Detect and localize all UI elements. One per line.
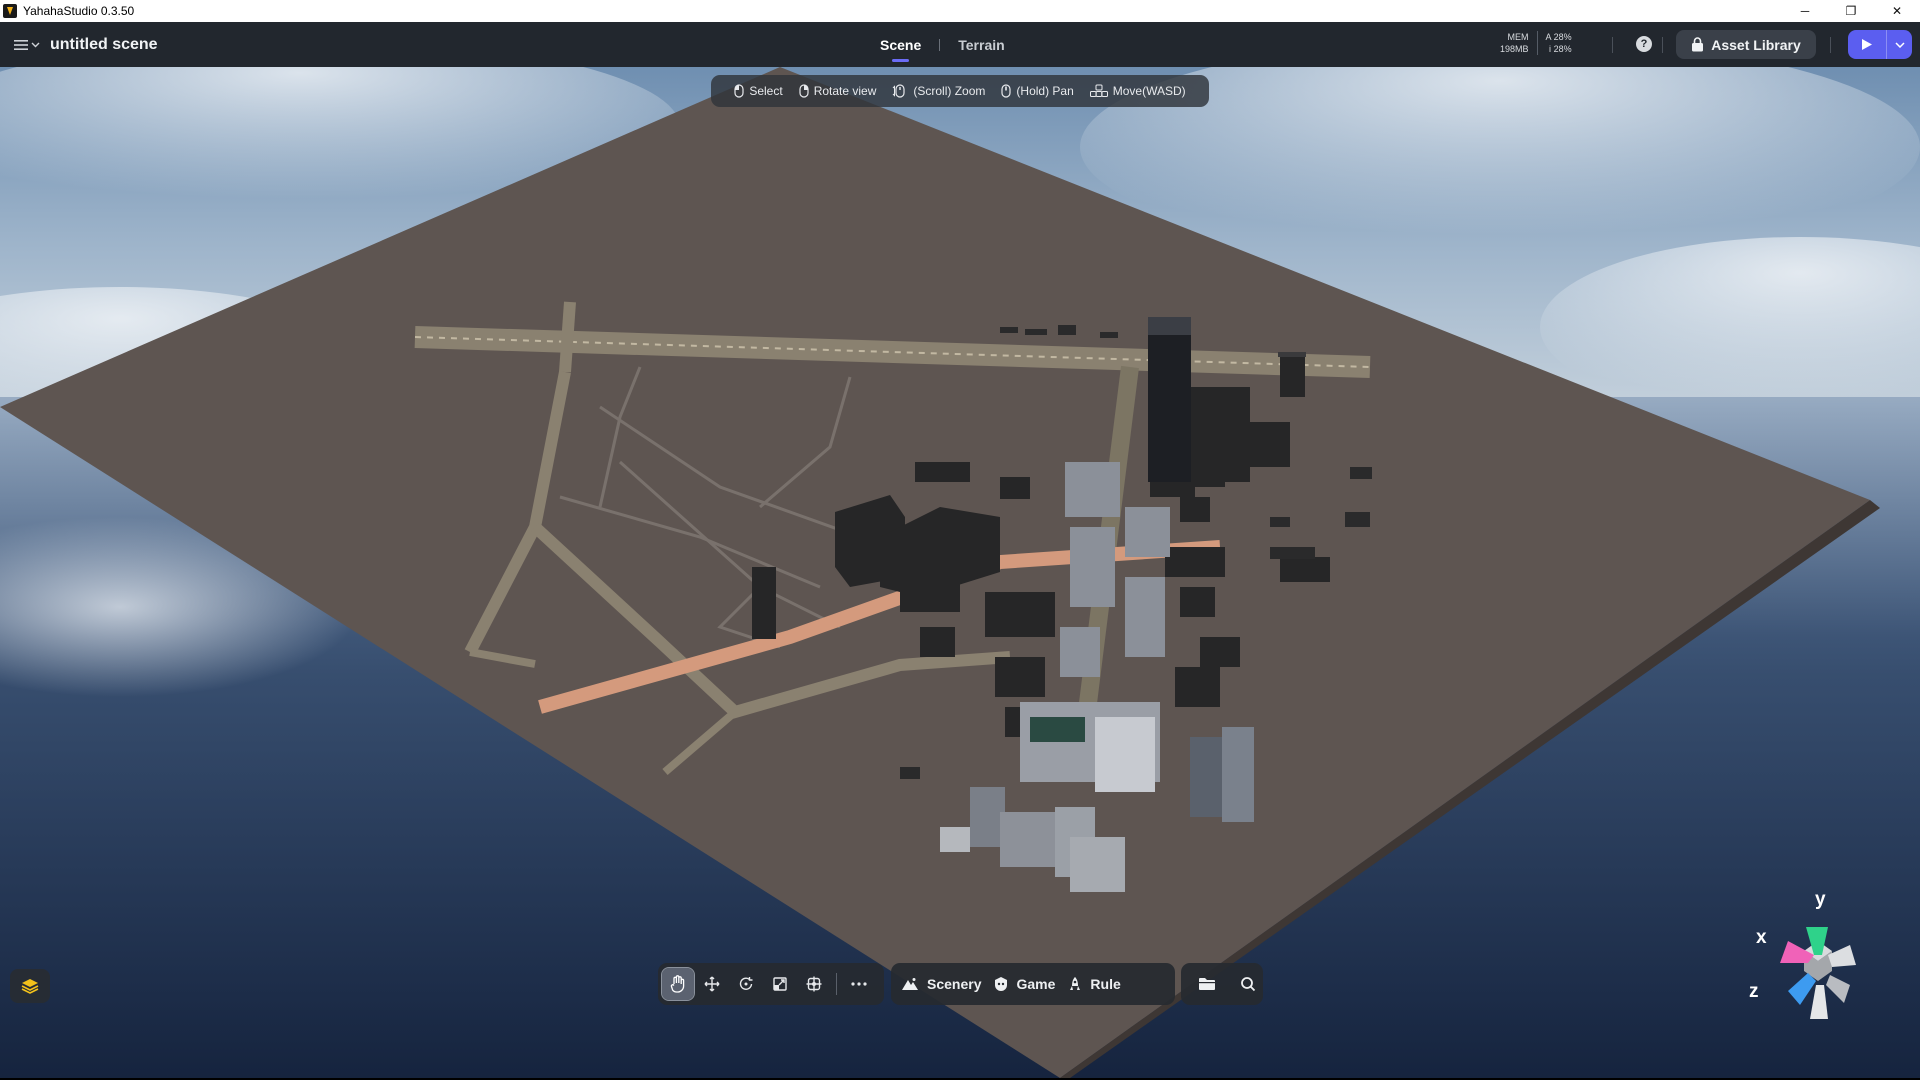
play-controls (1848, 30, 1912, 59)
cpu-value: 28% (1553, 32, 1572, 42)
gpu-label: i (1549, 44, 1552, 54)
game-button[interactable]: Game (994, 968, 1068, 1000)
hint-label: (Scroll) Zoom (913, 84, 986, 98)
scale-tool-button[interactable] (764, 968, 796, 1000)
header-divider (1662, 37, 1663, 53)
scenery-icon (902, 978, 918, 990)
gpu-value: 28% (1553, 44, 1572, 54)
game-label: Game (1016, 976, 1056, 992)
hand-icon (670, 975, 685, 993)
hint-label: Move(WASD) (1112, 84, 1186, 98)
files-toolbar (1181, 963, 1263, 1005)
performance-stats: MEM 198MB A 28% i 28% (1500, 31, 1572, 55)
tab-scene[interactable]: Scene (880, 22, 921, 67)
window-controls: ─ ❐ ✕ (1782, 0, 1920, 22)
hint-select: Select (734, 84, 783, 98)
asset-library-button[interactable]: Asset Library (1676, 30, 1816, 59)
tab-terrain[interactable]: Terrain (958, 22, 1004, 67)
cpu-label: A (1545, 32, 1552, 42)
game-icon (995, 977, 1008, 991)
layers-button[interactable] (10, 969, 50, 1003)
hamburger-icon (14, 39, 28, 50)
rotate-icon (739, 977, 753, 990)
cloud (1540, 237, 1920, 417)
main-menu-button[interactable] (14, 39, 40, 51)
tab-divider (939, 38, 941, 51)
app-header: untitled scene Scene Terrain MEM 198MB A… (0, 22, 1920, 67)
mode-toolbar: Scenery Game Rule (891, 963, 1175, 1005)
hint-pan: (Hold) Pan (1001, 84, 1074, 98)
move-icon (704, 976, 720, 992)
help-button[interactable]: ? (1636, 36, 1652, 52)
move-tool-button[interactable] (696, 968, 728, 1000)
gizmo-y-label: y (1815, 889, 1826, 910)
scene-viewport[interactable]: Select Rotate view (Scroll) Zoom (Hold) … (0, 67, 1920, 1078)
gizmo-x-label: x (1756, 927, 1767, 948)
chevron-down-icon (31, 42, 40, 47)
orientation-gizmo[interactable]: y x z (1744, 889, 1884, 1023)
folder-button[interactable] (1191, 968, 1222, 1000)
chevron-down-icon (1894, 41, 1905, 48)
layers-icon (21, 979, 39, 994)
memory-stat: MEM 198MB (1500, 31, 1529, 55)
gizmo-z-label: z (1749, 981, 1759, 1002)
hand-tool-button[interactable] (661, 967, 695, 1001)
rule-button[interactable]: Rule (1068, 968, 1133, 1000)
stats-divider (1536, 31, 1538, 55)
rule-icon (1070, 977, 1081, 990)
lock-bag-icon (1692, 37, 1704, 52)
tower (1148, 317, 1191, 482)
tower-roof (1148, 317, 1191, 335)
hint-label: Select (749, 84, 783, 98)
hint-label: (Hold) Pan (1016, 84, 1074, 98)
keyboard-icon (1089, 84, 1108, 97)
hint-rotate: Rotate view (799, 84, 877, 98)
hint-label: Rotate view (813, 84, 877, 98)
more-icon (851, 982, 867, 986)
memory-label: MEM (1507, 32, 1529, 42)
header-divider (1612, 37, 1613, 53)
asset-library-label: Asset Library (1711, 36, 1801, 53)
rotate-tool-button[interactable] (730, 968, 762, 1000)
toolbar-divider (836, 973, 837, 995)
search-icon (1240, 977, 1255, 992)
usage-stat: A 28% i 28% (1546, 31, 1572, 55)
mouse-scroll-icon (893, 84, 905, 98)
scene-name[interactable]: untitled scene (50, 36, 158, 54)
mouse-right-icon (799, 84, 809, 98)
control-hints: Select Rotate view (Scroll) Zoom (Hold) … (711, 75, 1209, 107)
rule-label: Rule (1090, 976, 1121, 992)
memory-value: 198MB (1500, 44, 1529, 54)
window-title: YahahaStudio 0.3.50 (23, 4, 135, 18)
hint-move: Move(WASD) (1089, 84, 1186, 98)
restore-button[interactable]: ❐ (1828, 0, 1874, 22)
play-options-button[interactable] (1886, 30, 1912, 59)
transform-tool-button[interactable] (798, 968, 830, 1000)
scene-render (0, 67, 1920, 1078)
play-button[interactable] (1848, 30, 1886, 59)
search-button[interactable] (1232, 968, 1263, 1000)
more-tools-button[interactable] (843, 968, 875, 1000)
mouse-middle-icon (1001, 84, 1012, 98)
window-title-bar: YahahaStudio 0.3.50 ─ ❐ ✕ (0, 0, 1920, 22)
scale-icon (773, 977, 787, 991)
play-icon (1862, 39, 1872, 50)
close-button[interactable]: ✕ (1874, 0, 1920, 22)
glass-facade (1030, 717, 1085, 742)
transform-toolbar (658, 963, 884, 1005)
scenery-label: Scenery (927, 976, 982, 992)
hint-zoom: (Scroll) Zoom (892, 84, 985, 98)
folder-icon (1198, 978, 1215, 990)
scenery-button[interactable]: Scenery (901, 968, 994, 1000)
minimize-button[interactable]: ─ (1782, 0, 1828, 22)
transform-icon (806, 976, 822, 992)
app-logo-icon (3, 4, 17, 18)
editor-tabs: Scene Terrain (880, 22, 1005, 67)
mouse-left-icon (734, 84, 744, 98)
gizmo-graphic (1780, 923, 1856, 1019)
header-divider (1830, 37, 1831, 53)
